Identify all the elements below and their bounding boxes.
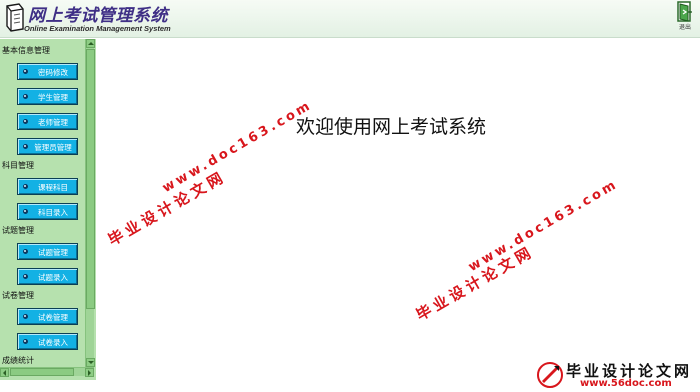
- bullet-icon: [23, 209, 28, 214]
- bullet-icon: [23, 69, 28, 74]
- section-subject: 科目管理: [2, 161, 34, 170]
- nav-label: 密码修改: [38, 68, 68, 77]
- nav-question-entry[interactable]: 试题录入: [17, 268, 78, 285]
- app-header: 网上考试管理系统 Online Examination Management S…: [0, 0, 700, 38]
- nav-label: 试卷管理: [38, 313, 68, 322]
- nav-label: 科目录入: [38, 208, 68, 217]
- nav-student-management[interactable]: 学生管理: [17, 88, 78, 105]
- bullet-icon: [23, 249, 28, 254]
- bullet-icon: [23, 339, 28, 344]
- nav-label: 试题录入: [38, 273, 68, 282]
- nav-course-subjects[interactable]: 课程科目: [17, 178, 78, 195]
- sidebar-horizontal-scrollbar[interactable]: [0, 367, 94, 377]
- section-question: 试题管理: [2, 226, 34, 235]
- nav-teacher-management[interactable]: 老师管理: [17, 113, 78, 130]
- logout-door-icon: [677, 1, 692, 22]
- nav-label: 课程科目: [38, 183, 68, 192]
- bullet-icon: [23, 94, 28, 99]
- sidebar-vertical-scrollbar[interactable]: [85, 39, 95, 367]
- nav-label: 老师管理: [38, 118, 68, 127]
- corner-logo-url: www.56doc.com: [580, 378, 672, 389]
- corner-logo: 毕业设计论文网 www.56doc.com: [536, 359, 700, 392]
- scroll-right-arrow-icon[interactable]: [85, 368, 94, 377]
- nav-paper-entry[interactable]: 试卷录入: [17, 333, 78, 350]
- bullet-icon: [23, 119, 28, 124]
- bullet-icon: [23, 184, 28, 189]
- rocket-logo-icon: [537, 362, 563, 388]
- sidebar: 基本信息管理 密码修改 学生管理 老师管理 管理员管理 科目管理 课程科目 科目…: [0, 39, 96, 380]
- nav-paper-management[interactable]: 试卷管理: [17, 308, 78, 325]
- nav-label: 管理员管理: [34, 143, 72, 152]
- scroll-down-arrow-icon[interactable]: [86, 358, 95, 367]
- watermark-site-name: 毕业设计论文网: [413, 242, 538, 325]
- sidebar-menu: 基本信息管理 密码修改 学生管理 老师管理 管理员管理 科目管理 课程科目 科目…: [0, 39, 84, 367]
- logout-label: 退出: [678, 24, 691, 31]
- section-score-stats[interactable]: 成绩统计: [2, 355, 34, 366]
- section-basic-info: 基本信息管理: [2, 46, 50, 55]
- nav-label: 学生管理: [38, 93, 68, 102]
- nav-label: 试卷录入: [38, 338, 68, 347]
- app-subtitle: Online Examination Management System: [24, 24, 171, 33]
- watermark-url: www.doc163.com: [466, 176, 622, 275]
- nav-question-management[interactable]: 试题管理: [17, 243, 78, 260]
- scroll-left-arrow-icon[interactable]: [0, 368, 9, 377]
- bullet-icon: [23, 274, 28, 279]
- bullet-icon: [23, 314, 28, 319]
- nav-admin-management[interactable]: 管理员管理: [17, 138, 78, 155]
- section-paper: 试卷管理: [2, 291, 34, 300]
- bullet-icon: [23, 144, 28, 149]
- nav-change-password[interactable]: 密码修改: [17, 63, 78, 80]
- app-title: 网上考试管理系统: [28, 6, 168, 26]
- book-logo-icon: [6, 3, 24, 32]
- scroll-thumb[interactable]: [86, 49, 95, 309]
- nav-subject-entry[interactable]: 科目录入: [17, 203, 78, 220]
- hscroll-thumb[interactable]: [10, 368, 74, 376]
- scroll-up-arrow-icon[interactable]: [86, 39, 95, 48]
- watermark-url: www.doc163.com: [160, 97, 316, 196]
- logout-button[interactable]: 退出: [673, 1, 697, 35]
- nav-label: 试题管理: [38, 248, 68, 257]
- welcome-message: 欢迎使用网上考试系统: [296, 116, 487, 138]
